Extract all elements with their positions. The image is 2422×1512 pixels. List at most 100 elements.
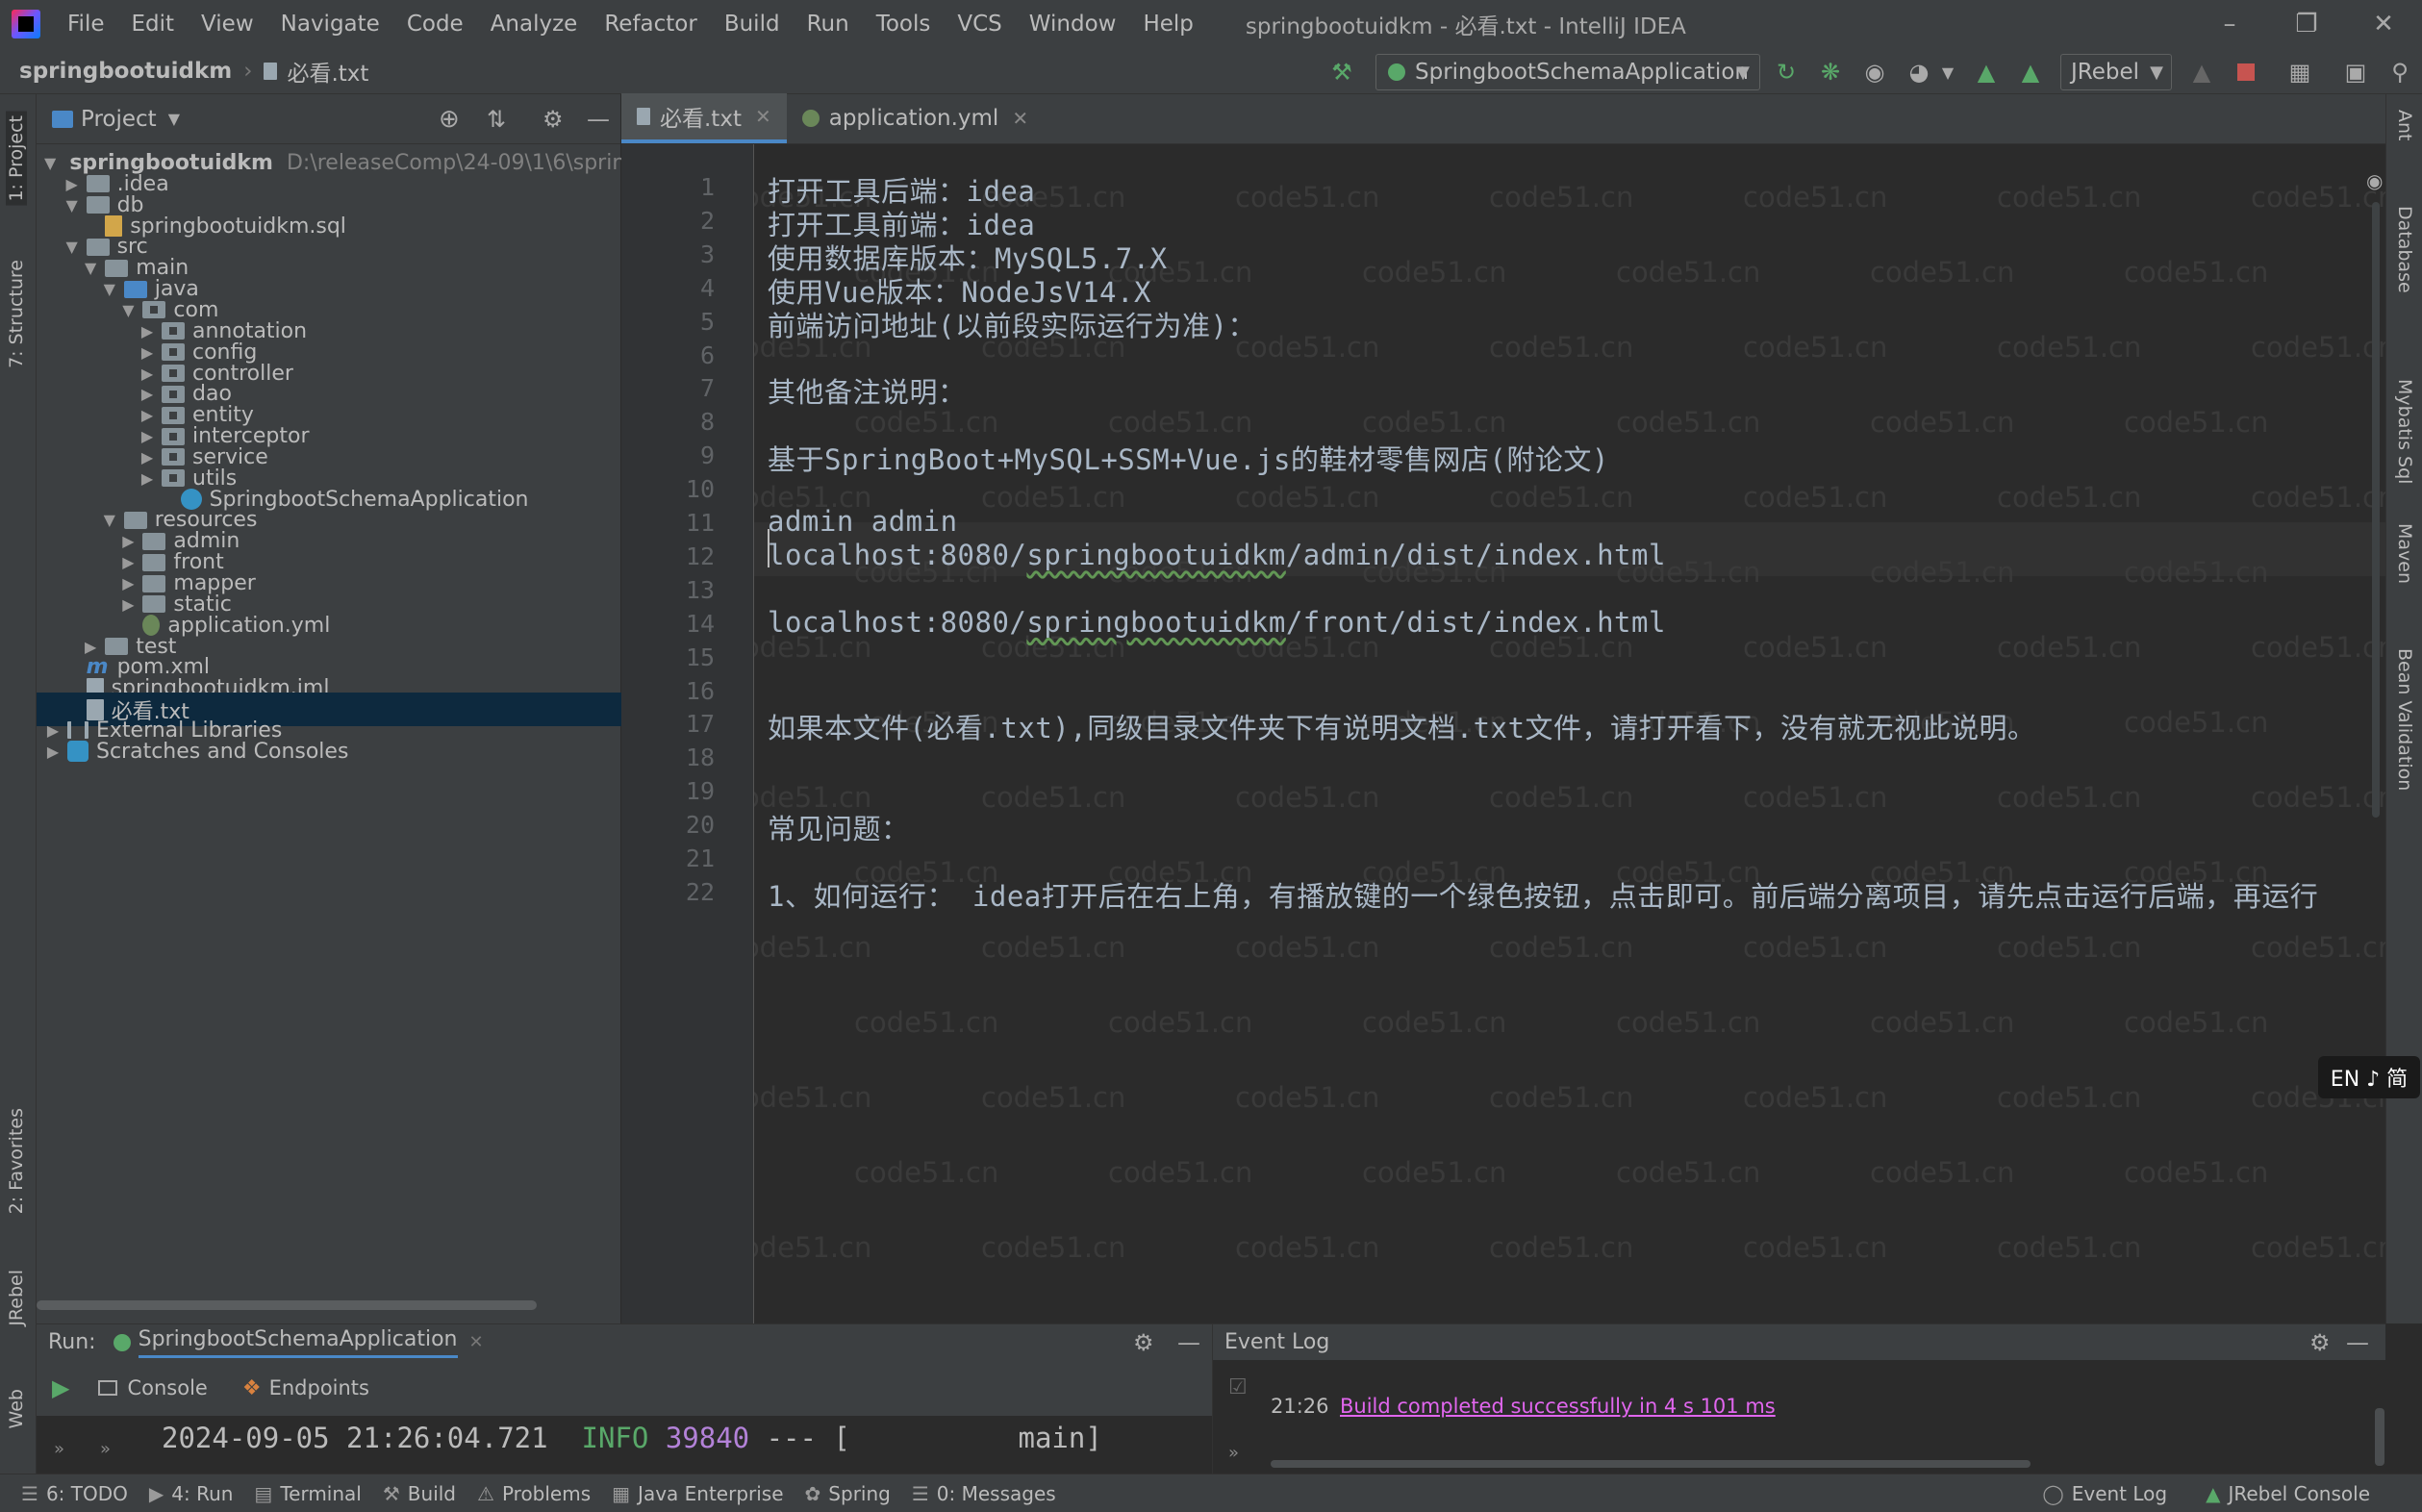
vertical-scrollbar[interactable]	[2375, 1408, 2384, 1466]
messages-icon: ☰	[911, 1481, 929, 1505]
jrebel-run-icon[interactable]: ▲	[1972, 58, 2001, 87]
reader-mode-eye-icon[interactable]: ◉	[2366, 169, 2383, 192]
minimize-icon[interactable]: –	[2191, 0, 2268, 48]
layout-icon[interactable]: ▣	[2341, 58, 2370, 87]
hide-icon[interactable]: —	[587, 106, 610, 133]
run-play-icon[interactable]: ▶	[52, 1374, 69, 1401]
breadcrumb-file[interactable]: 必看.txt	[287, 55, 368, 88]
gear-icon[interactable]: ⚙	[2309, 1329, 2331, 1356]
watermark-text: code51.cn	[1489, 1231, 1634, 1264]
menu-code[interactable]: Code	[393, 12, 477, 37]
breadcrumb-project[interactable]: springbootuidkm	[19, 59, 232, 84]
jrebel-select[interactable]: JRebel ▼	[2060, 54, 2172, 90]
tab-project[interactable]: 1: Project	[6, 112, 27, 206]
expand-icon[interactable]: »	[100, 1439, 111, 1459]
profile-icon[interactable]: ◕	[1905, 58, 1933, 87]
console-tab[interactable]: Console	[127, 1376, 207, 1399]
editor-content[interactable]: code51.cn code51.cn code51.cn code51.cn code…	[754, 144, 2385, 1323]
endpoints-tab[interactable]: Endpoints	[269, 1376, 369, 1399]
tab-structure[interactable]: 7: Structure	[6, 260, 27, 368]
search-icon[interactable]: ⚲	[2385, 58, 2414, 87]
tab-ant[interactable]: Ant	[2394, 110, 2415, 141]
menu-run[interactable]: Run	[794, 12, 863, 37]
tab-mybatis-sql[interactable]: Mybatis Sql	[2394, 379, 2415, 484]
status-java-enterprise[interactable]: ▦ Java Enterprise	[612, 1482, 783, 1505]
gear-icon[interactable]: ⚙	[1133, 1329, 1154, 1356]
collapsed-arrow-icon[interactable]: ▶	[44, 743, 62, 761]
event-message-link[interactable]: Build completed successfully in 4 s 101 …	[1340, 1395, 1776, 1418]
status-messages[interactable]: ☰ 0: Messages	[912, 1482, 1056, 1505]
hide-icon[interactable]: —	[2346, 1329, 2369, 1356]
project-structure-icon[interactable]: ▦	[2285, 58, 2314, 87]
menu-refactor[interactable]: Refactor	[591, 12, 710, 37]
tab-application-yml[interactable]: application.yml ✕	[787, 93, 1044, 143]
menu-vcs[interactable]: VCS	[944, 12, 1015, 37]
line-number: 17	[685, 710, 715, 739]
status-terminal[interactable]: ▤ Terminal	[254, 1482, 361, 1505]
event-log-icon: ◯	[2042, 1481, 2064, 1505]
mark-read-icon[interactable]: ☑	[1228, 1375, 1248, 1399]
restore-icon[interactable]: ❐	[2268, 0, 2345, 48]
editor-tab-bar: 必看.txt ✕ application.yml ✕	[621, 93, 2385, 144]
menu-navigate[interactable]: Navigate	[267, 12, 393, 37]
menu-help[interactable]: Help	[1129, 12, 1206, 37]
project-view-select[interactable]: Project	[81, 107, 157, 132]
stop-icon[interactable]	[2232, 58, 2260, 87]
menu-build[interactable]: Build	[711, 12, 794, 37]
expand-icon[interactable]: »	[1228, 1443, 1239, 1463]
tab-database[interactable]: Database	[2394, 206, 2415, 293]
horizontal-scrollbar[interactable]	[37, 1300, 537, 1310]
chevron-down-icon[interactable]: ▼	[168, 110, 180, 128]
debug-icon[interactable]: ❋	[1816, 58, 1845, 87]
jrebel-debug-icon[interactable]: ▲	[2016, 58, 2045, 87]
close-icon[interactable]: ✕	[469, 1332, 484, 1352]
gear-icon[interactable]: ⚙	[542, 106, 564, 133]
run-sub-toolbar: ▶ Console ❖ Endpoints	[37, 1360, 1212, 1416]
run-tab-label[interactable]: SpringbootSchemaApplication	[138, 1327, 458, 1358]
vertical-scrollbar[interactable]	[2372, 202, 2380, 818]
status-spring[interactable]: ✿ Spring	[805, 1482, 891, 1505]
menu-file[interactable]: File	[54, 12, 118, 37]
status-jrebel-console[interactable]: ▲ JRebel Console	[2206, 1482, 2370, 1505]
line-number: 4	[699, 273, 715, 302]
status-label: 4: Run	[171, 1481, 234, 1505]
rerun-icon[interactable]: ↻	[1772, 58, 1801, 87]
update-icon[interactable]: ▲	[2187, 58, 2216, 87]
status-run[interactable]: ▶ 4: Run	[149, 1482, 234, 1505]
log-level: INFO	[581, 1422, 649, 1454]
watermark-text: code51.cn	[2251, 181, 2385, 214]
menu-view[interactable]: View	[188, 12, 267, 37]
build-hammer-icon[interactable]: ⚒	[1327, 58, 1356, 87]
hide-icon[interactable]: —	[1177, 1329, 1200, 1356]
locate-icon[interactable]: ⊕	[439, 105, 460, 134]
tab-web[interactable]: Web	[6, 1389, 27, 1428]
tab-bean-validation[interactable]: Bean Validation	[2394, 648, 2415, 791]
tab-maven[interactable]: Maven	[2394, 523, 2415, 584]
menu-analyze[interactable]: Analyze	[477, 12, 592, 37]
tab-must-read-txt[interactable]: 必看.txt ✕	[621, 93, 787, 143]
line-number: 13	[685, 575, 715, 604]
watermark-text: code51.cn	[2124, 256, 2269, 289]
expand-icon[interactable]: »	[54, 1439, 64, 1459]
tree-item[interactable]: ▶ Scratches and Consoles	[37, 735, 621, 769]
close-icon[interactable]: ✕	[755, 105, 771, 128]
status-todo[interactable]: ☰ 6: TODO	[21, 1482, 128, 1505]
menu-tools[interactable]: Tools	[863, 12, 945, 37]
status-problems[interactable]: ⚠ Problems	[477, 1482, 591, 1505]
coverage-icon[interactable]: ◉	[1860, 58, 1889, 87]
hammer-icon: ⚒	[382, 1481, 400, 1505]
console-output[interactable]: » » 2024-09-05 21:26:04.721 INFO 39840 -…	[37, 1416, 1212, 1474]
status-event-log[interactable]: ◯ Event Log	[2042, 1482, 2167, 1505]
close-window-icon[interactable]: ✕	[2345, 0, 2422, 48]
status-build[interactable]: ⚒ Build	[383, 1482, 456, 1505]
tab-jrebel[interactable]: JRebel	[6, 1270, 27, 1326]
horizontal-scrollbar[interactable]	[1271, 1460, 2031, 1468]
menu-window[interactable]: Window	[1016, 12, 1130, 37]
close-icon[interactable]: ✕	[1012, 107, 1028, 130]
profile-dropdown-icon[interactable]: ▼	[1933, 58, 1962, 87]
run-configuration-select[interactable]: SpringbootSchemaApplication ▼	[1375, 54, 1760, 90]
tab-favorites[interactable]: 2: Favorites	[6, 1108, 27, 1214]
collapse-all-icon[interactable]: ⇅	[487, 106, 506, 133]
menu-edit[interactable]: Edit	[118, 12, 189, 37]
line-number: 5	[699, 307, 715, 336]
